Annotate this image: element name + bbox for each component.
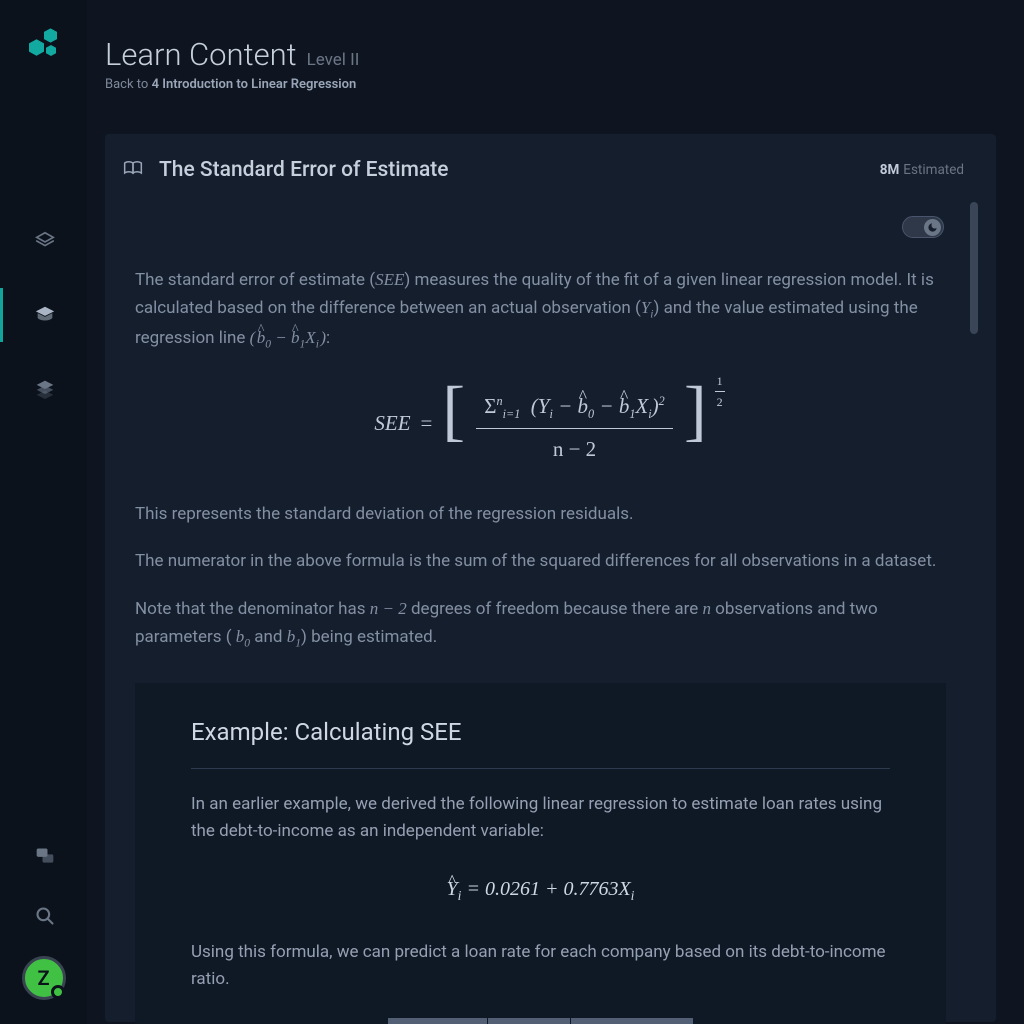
dark-mode-toggle[interactable] [902, 216, 944, 238]
breadcrumb[interactable]: Back to 4 Introduction to Linear Regress… [105, 77, 978, 92]
table-header: Company [387, 1018, 487, 1024]
app-logo[interactable] [29, 28, 59, 58]
paragraph: This represents the standard deviation o… [135, 501, 946, 528]
paragraph: Note that the denominator has n − 2 degr… [135, 595, 946, 653]
sidebar-nav [0, 214, 87, 416]
nav-item-1[interactable] [0, 214, 87, 268]
sidebar-bottom: Z [0, 836, 87, 1000]
nav-item-learn[interactable] [0, 288, 87, 342]
paragraph: In an earlier example, we derived the fo… [191, 791, 890, 845]
avatar[interactable]: Z [22, 956, 66, 1000]
book-icon [123, 158, 143, 182]
sidebar: Z [0, 0, 87, 1024]
page-header: Learn Content Level II Back to 4 Introdu… [87, 0, 996, 92]
scrollbar-thumb[interactable] [970, 202, 978, 334]
paragraph: The standard error of estimate (SEE) mea… [135, 266, 946, 354]
card-meta: 8MEstimated [880, 162, 964, 178]
formula-see: SEE = [ Σni=1 (Yi − b0 − b1Xi)2 n − 2 ] [135, 380, 946, 467]
card-title: The Standard Error of Estimate [159, 158, 449, 182]
paragraph: The numerator in the above formula is th… [135, 548, 946, 575]
avatar-initial: Z [37, 966, 49, 990]
moon-icon [924, 219, 941, 236]
example-table: Company X Y (Predicted) 1 0.1952 0.1776 [387, 1017, 695, 1024]
chat-icon[interactable] [0, 836, 87, 876]
page-title: Learn Content [105, 36, 297, 73]
article: The standard error of estimate (SEE) mea… [135, 266, 946, 1024]
card-body: The standard error of estimate (SEE) mea… [135, 202, 964, 1024]
page-level: Level II [307, 50, 360, 70]
nav-item-3[interactable] [0, 362, 87, 416]
card-header: The Standard Error of Estimate 8MEstimat… [105, 134, 996, 202]
scrollbar[interactable] [970, 202, 978, 1024]
presence-dot [51, 985, 65, 999]
main: Learn Content Level II Back to 4 Introdu… [87, 0, 1024, 1024]
table-header: X [488, 1018, 571, 1024]
content-card: The Standard Error of Estimate 8MEstimat… [105, 134, 996, 1022]
table-header: Y (Predicted) [571, 1018, 694, 1024]
paragraph: Using this formula, we can predict a loa… [191, 939, 890, 993]
example-box: Example: Calculating SEE In an earlier e… [135, 683, 946, 1024]
search-icon[interactable] [0, 896, 87, 936]
example-heading: Example: Calculating SEE [191, 713, 890, 768]
formula-regression: Yi = 0.0261 + 0.7763Xi [191, 873, 890, 907]
